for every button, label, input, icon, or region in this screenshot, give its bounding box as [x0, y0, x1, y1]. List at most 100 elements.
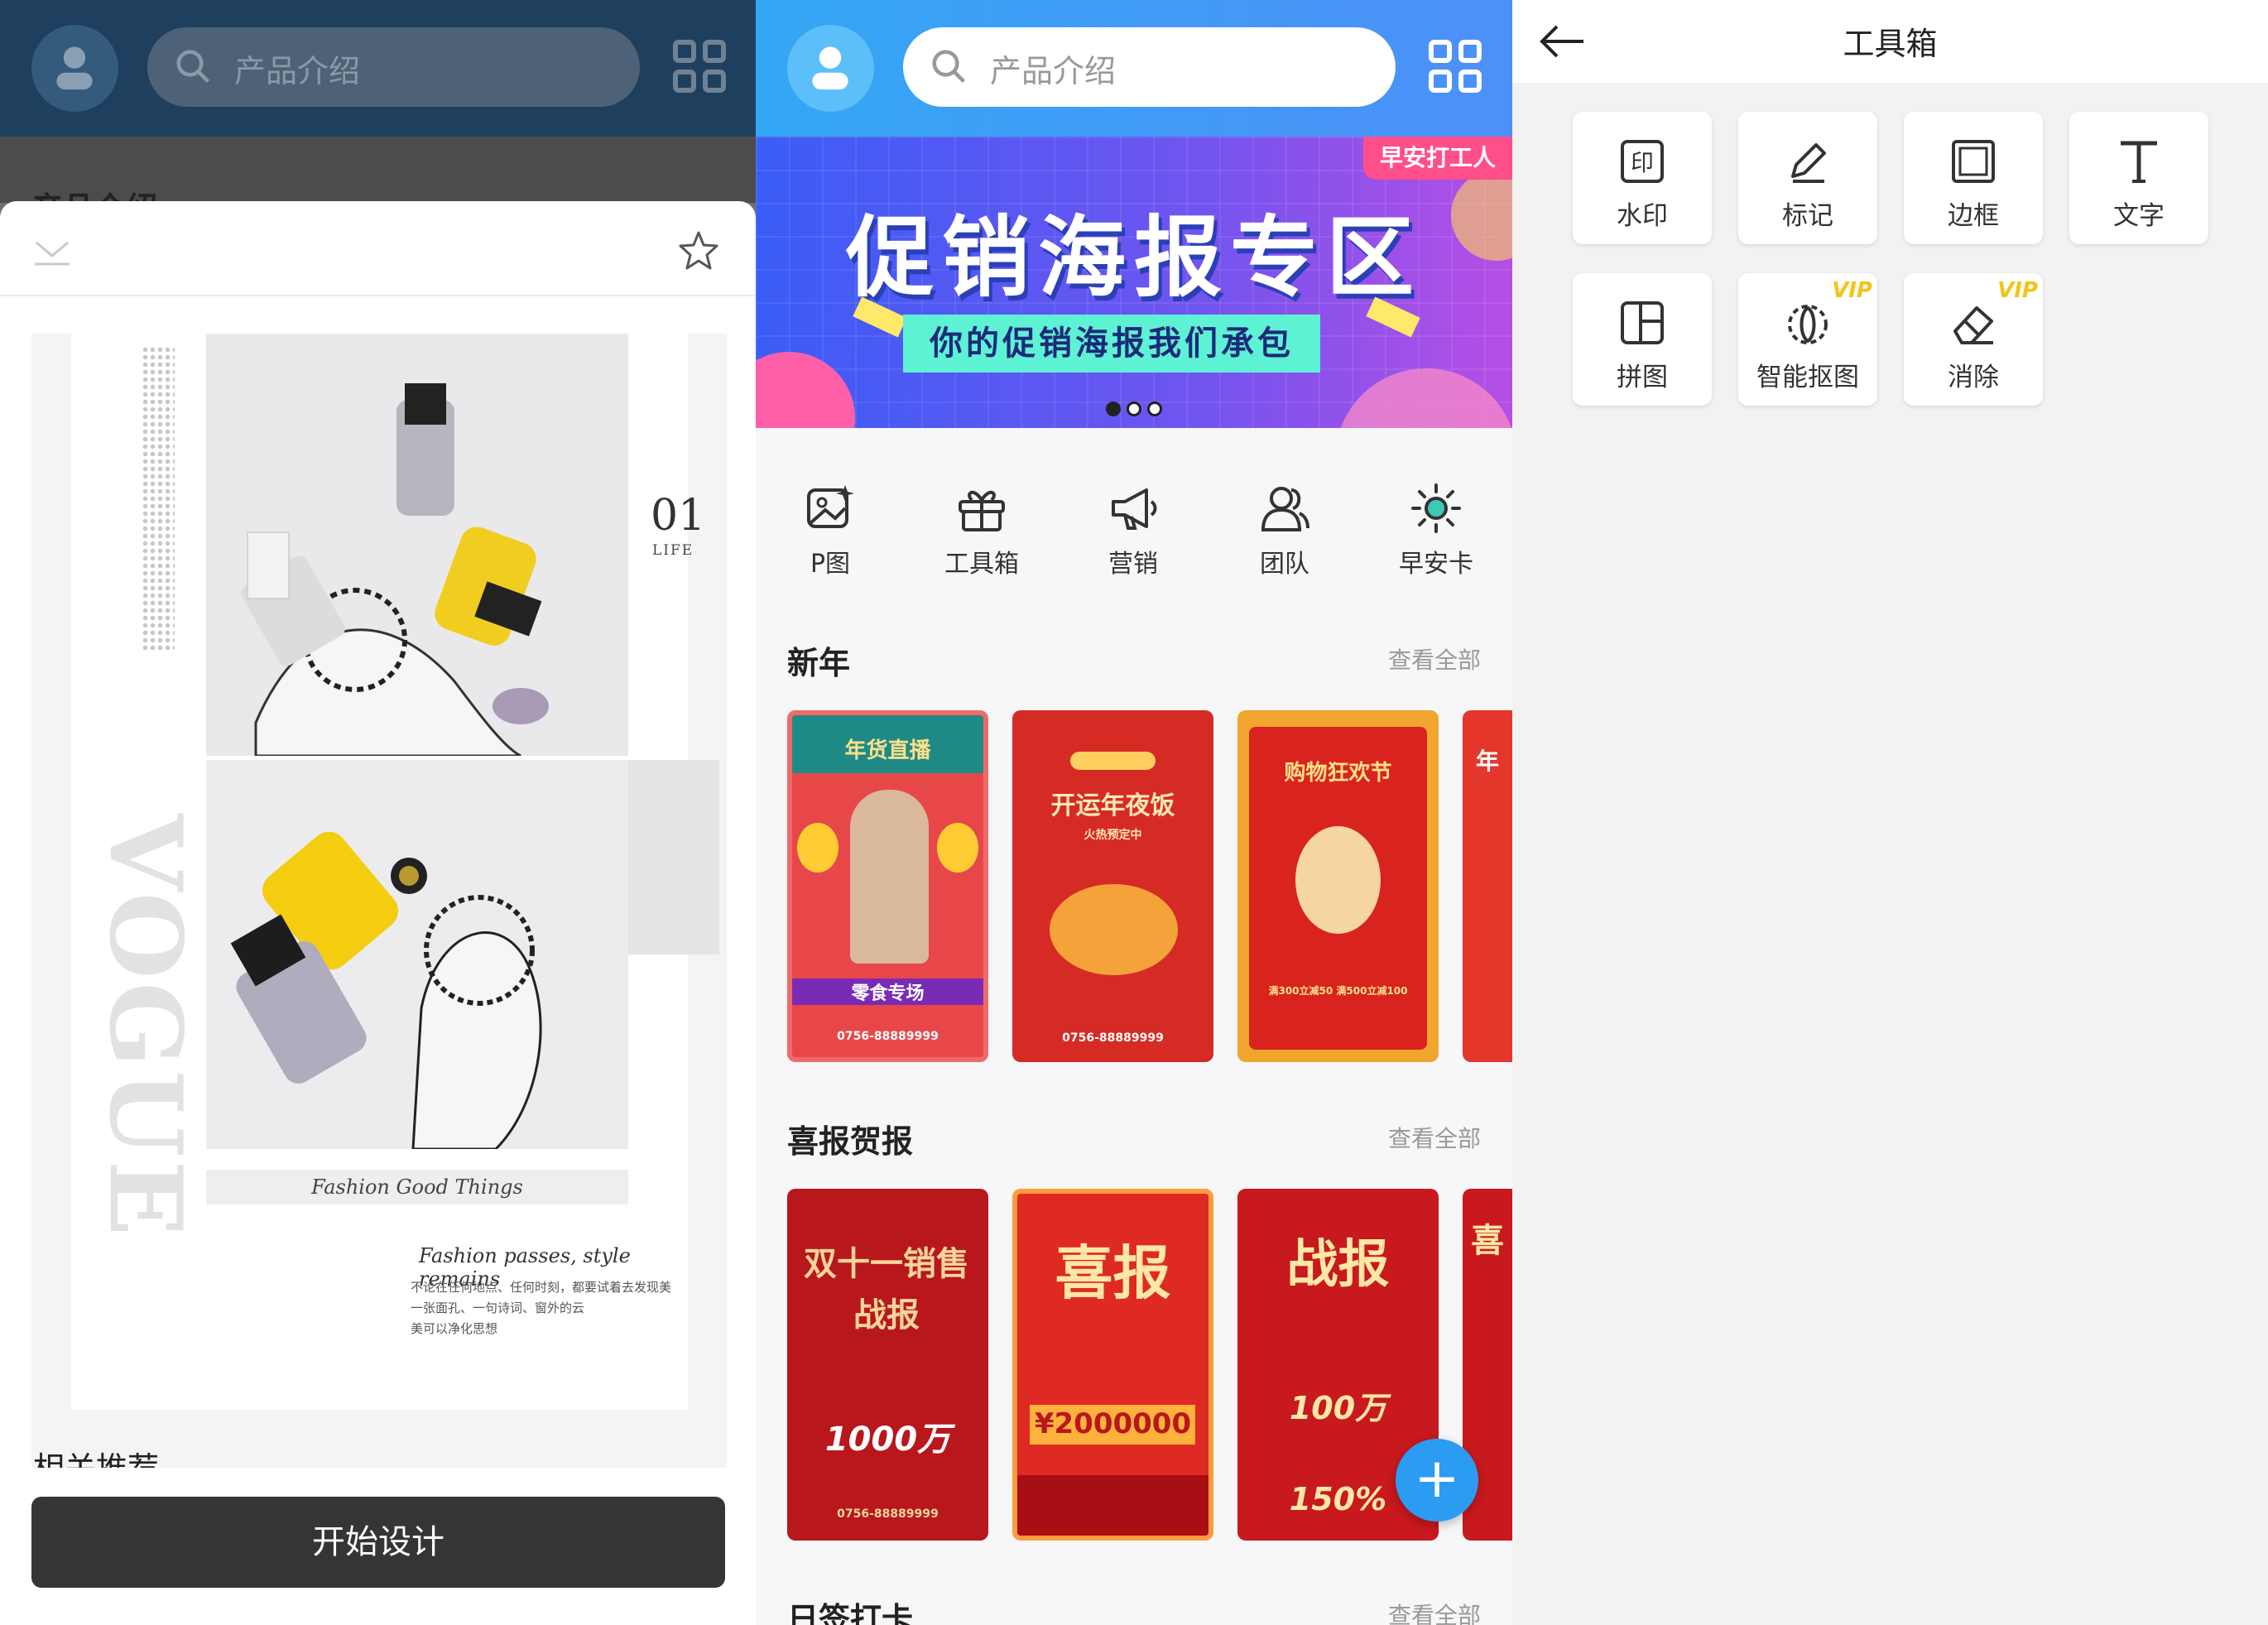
template-card[interactable]: 年 — [1463, 710, 1512, 1062]
nail-polish-photo-bottom — [206, 760, 628, 1149]
poster-caption: Fashion Good Things — [206, 1170, 628, 1204]
template-card[interactable]: 购物狂欢节 满300立减50 满500立减100 — [1237, 710, 1439, 1062]
template-card[interactable]: 开运年夜饭 火热预定中 0756-88889999 — [1012, 710, 1213, 1062]
avatar[interactable] — [31, 25, 118, 112]
search-input[interactable]: 产品介绍 — [147, 27, 640, 107]
promo-banner[interactable]: 早安打工人 促销海报专区 你的促销海报我们承包 — [756, 137, 1512, 428]
page-title: 工具箱 — [1843, 26, 1938, 62]
dimmed-heading: 产品介绍 — [31, 183, 157, 203]
vip-badge: VIP — [1832, 278, 1872, 303]
template-preview[interactable]: VOGUE 01 LIFE Fashion Good Things Fashio… — [31, 334, 727, 1468]
card-heading: 战报 — [1286, 1233, 1390, 1294]
template-detail-sheet: VOGUE 01 LIFE Fashion Good Things Fashio… — [0, 201, 756, 1625]
card-badge — [1070, 752, 1156, 770]
toolbox-panel: 工具箱 印 水印 标记 边框 文字 拼图 VIP 智能抠图 VIP 消除 — [1512, 0, 2268, 1625]
pager-dot[interactable] — [1147, 401, 1162, 416]
quick-action-p-image[interactable]: P图 — [768, 482, 892, 581]
card-heading: 年货直播 — [844, 738, 931, 763]
gift-box-icon — [959, 490, 1005, 531]
user-icon — [812, 46, 848, 90]
card-subheading: 零食专场 — [792, 978, 983, 1005]
card-lantern — [797, 823, 838, 873]
tool-mark[interactable]: 标记 — [1738, 112, 1877, 244]
tool-collage[interactable]: 拼图 — [1573, 273, 1712, 406]
banner-subtitle: 你的促销海报我们承包 — [903, 315, 1320, 373]
start-design-button[interactable]: 开始设计 — [31, 1497, 725, 1588]
grid-menu-icon[interactable] — [673, 40, 728, 94]
search-icon — [176, 50, 210, 84]
dot-pattern — [142, 346, 175, 652]
team-icon — [1261, 487, 1309, 531]
decorative-gray-block — [628, 760, 719, 954]
card-flowers — [1017, 1475, 1208, 1536]
view-all-link[interactable]: 查看全部 — [1388, 1598, 1481, 1625]
sketch-illustration-2 — [206, 760, 628, 1149]
tool-label: 水印 — [1617, 201, 1668, 231]
pager-dot[interactable] — [1127, 401, 1141, 416]
poster-number: 01 — [651, 491, 706, 541]
template-card[interactable]: 喜报 ¥2000000 — [1012, 1189, 1213, 1541]
card-heading: 年 — [1475, 748, 1499, 775]
grid-menu-icon[interactable] — [1429, 40, 1483, 94]
add-fab-button[interactable]: + — [1396, 1439, 1478, 1522]
poster-body-line: 不论在任何地点、任何时刻，都要试着去发现美 — [411, 1280, 672, 1295]
card-heading: 购物狂欢节 — [1284, 761, 1392, 786]
poster-body: 不论在任何地点、任何时刻，都要试着去发现美 一张面孔、一句诗词、窗外的云 美可以… — [411, 1277, 675, 1339]
megaphone-icon — [1112, 488, 1157, 530]
view-all-link[interactable]: 查看全部 — [1388, 642, 1481, 675]
watermark-glyph: 印 — [1631, 149, 1654, 176]
card-subheading: 1000万 — [824, 1421, 951, 1459]
section-title-good-news: 喜报贺报 — [787, 1123, 914, 1160]
poster-number-sub: LIFE — [652, 542, 694, 559]
vip-badge: VIP — [1997, 278, 2038, 303]
tool-border[interactable]: 边框 — [1904, 112, 2043, 244]
banner-tag: 早安打工人 — [1363, 137, 1512, 180]
tool-smart-cutout[interactable]: VIP 智能抠图 — [1738, 273, 1877, 406]
favorite-star-icon[interactable] — [677, 229, 720, 272]
search-input[interactable]: 产品介绍 — [903, 27, 1396, 107]
top-bar: 产品介绍 — [756, 0, 1512, 137]
top-bar: 产品介绍 — [0, 0, 756, 137]
dimmed-page-behind: 产品介绍 — [0, 137, 756, 203]
section-title-new-year: 新年 — [787, 645, 851, 681]
card-lion — [1295, 826, 1381, 934]
section-title-daily-check-in: 日签打卡 — [787, 1601, 914, 1625]
quick-action-morning-card[interactable]: 早安卡 — [1374, 482, 1498, 581]
search-icon — [932, 50, 966, 84]
quick-action-team[interactable]: 团队 — [1223, 482, 1347, 581]
card-subheading: 满300立减50 满500立减100 — [1268, 985, 1408, 997]
banner-title: 促销海报专区 — [846, 207, 1422, 309]
tool-label: 消除 — [1948, 363, 1999, 392]
vertical-word: VOGUE — [87, 814, 204, 1240]
nail-polish-photo-top — [206, 334, 628, 756]
quick-action-label: 早安卡 — [1399, 550, 1473, 579]
quick-action-toolbox[interactable]: 工具箱 — [920, 482, 1044, 581]
card-heading: 喜 — [1471, 1222, 1504, 1260]
card-heading: 双十一销售战报 — [804, 1245, 969, 1334]
quick-action-marketing[interactable]: 营销 — [1071, 482, 1195, 581]
poster-canvas: VOGUE 01 LIFE Fashion Good Things Fashio… — [71, 334, 719, 1410]
sheet-header — [0, 201, 756, 296]
pager-dot-active[interactable] — [1106, 401, 1121, 416]
tool-erase[interactable]: VIP 消除 — [1904, 273, 2043, 406]
quick-actions: P图 工具箱 营销 团队 早安卡 — [756, 428, 1512, 610]
view-all-link[interactable]: 查看全部 — [1388, 1121, 1481, 1154]
card-subheading: ¥2000000 — [1034, 1407, 1192, 1440]
template-card[interactable]: 双十一销售战报 1000万 0756-88889999 — [787, 1189, 988, 1541]
tool-label: 智能抠图 — [1756, 363, 1859, 392]
search-placeholder: 产品介绍 — [234, 53, 361, 89]
collapse-down-icon[interactable] — [33, 234, 71, 267]
text-t-icon — [2121, 141, 2157, 183]
card-dish — [1050, 884, 1178, 975]
card-heading: 开运年夜饭 — [1050, 791, 1175, 820]
frame-border-icon — [1952, 140, 1995, 183]
tool-text[interactable]: 文字 — [2069, 112, 2208, 244]
tool-watermark[interactable]: 印 水印 — [1573, 112, 1712, 244]
sun-icon — [1411, 483, 1461, 533]
smart-cutout-icon — [1788, 305, 1828, 344]
avatar[interactable] — [787, 25, 874, 112]
tool-label: 文字 — [2113, 201, 2165, 231]
template-card[interactable]: 年货直播 零食专场 0756-88889999 — [787, 710, 988, 1062]
tool-label: 边框 — [1948, 201, 1999, 231]
watermark-icon: 印 — [1621, 140, 1664, 183]
